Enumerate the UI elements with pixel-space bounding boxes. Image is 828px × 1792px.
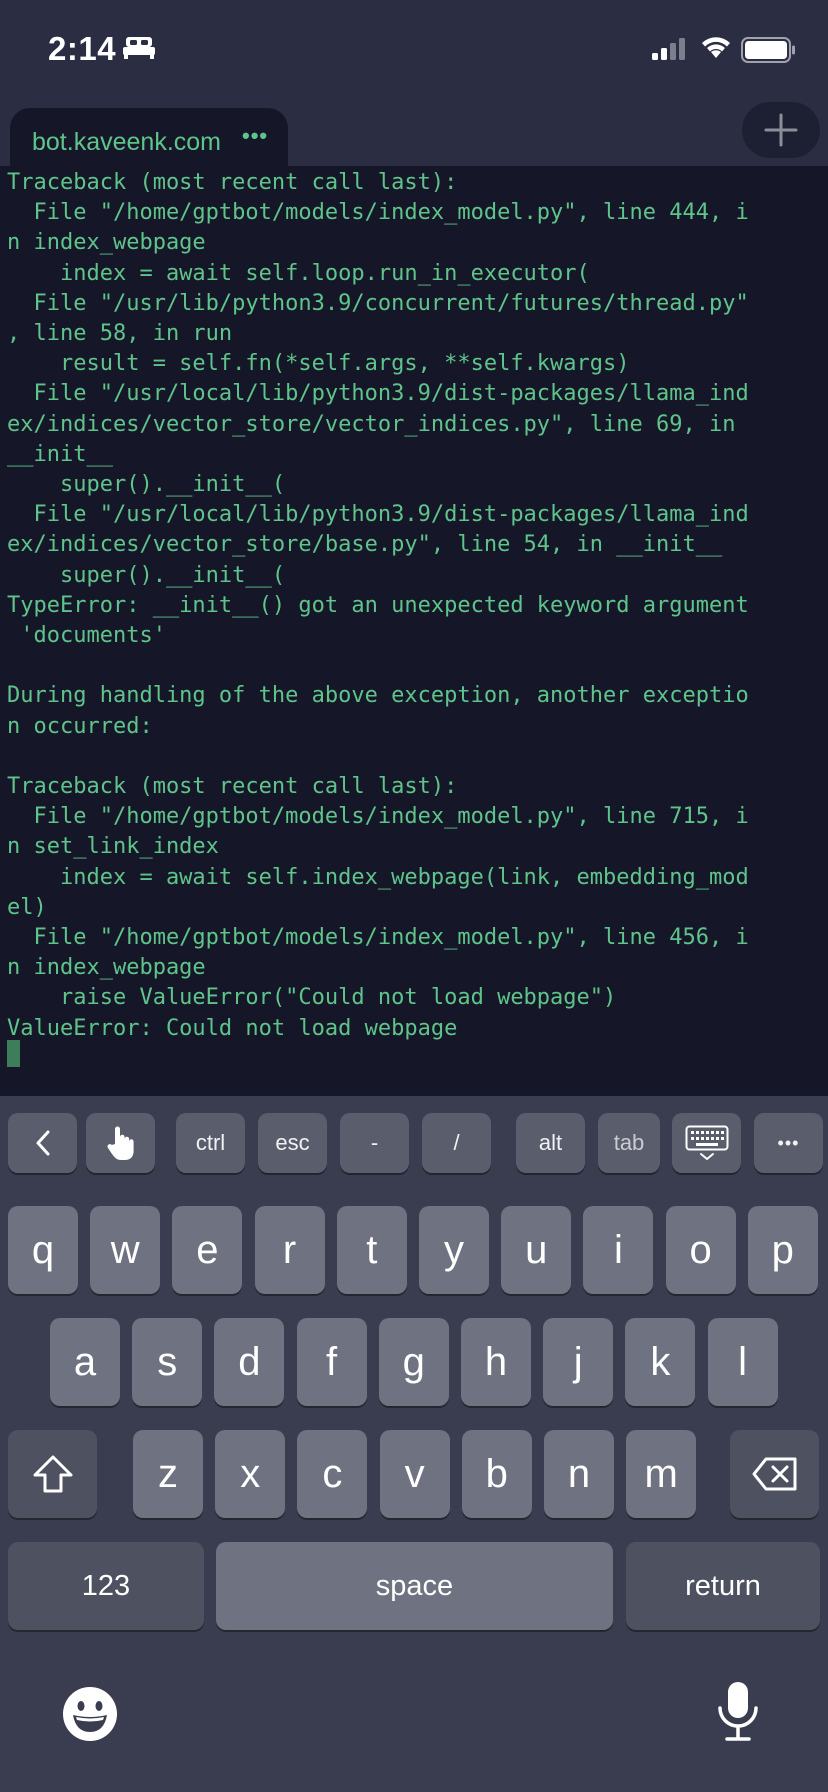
terminal-line: ex/indices/vector_store/base.py", line 5… xyxy=(7,532,723,558)
terminal-output[interactable]: Traceback (most recent call last): File … xyxy=(0,166,828,1096)
terminal-line: TypeError: __init__() got an unexpected … xyxy=(7,592,749,618)
delete-key[interactable] xyxy=(730,1430,819,1518)
status-bar: 2:14 xyxy=(0,0,828,102)
tab-title: bot.kaveenk.com xyxy=(32,128,221,156)
terminal-line: Traceback (most recent call last): xyxy=(7,170,458,195)
bed-icon xyxy=(122,36,156,65)
terminal-line: index = await self.index_webpage(link, e… xyxy=(7,864,749,890)
esc-key[interactable]: esc xyxy=(258,1113,327,1173)
space-key[interactable]: space xyxy=(216,1542,613,1630)
terminal-line: index = await self.loop.run_in_executor( xyxy=(7,260,590,286)
screen: 2:14 bot.kaveenk.com ••• Traceback (most… xyxy=(0,0,828,1792)
terminal-line: File "/home/gptbot/models/index_model.py… xyxy=(7,200,749,226)
tab-key[interactable]: tab xyxy=(598,1113,660,1173)
terminal-line: result = self.fn(*self.args, **self.kwar… xyxy=(7,351,630,377)
on-screen-keyboard: 123 space return qwertyuiop asdfghjkl zxcv… xyxy=(0,1190,828,1792)
chevron-left-icon xyxy=(36,1130,49,1156)
numbers-key[interactable]: 123 xyxy=(8,1542,204,1630)
status-time: 2:14 xyxy=(48,30,117,67)
terminal-line: n set_link_index xyxy=(7,834,219,860)
key-t[interactable]: t xyxy=(336,1206,407,1294)
wifi-icon xyxy=(700,33,732,64)
microphone-icon xyxy=(718,1682,758,1741)
new-tab-button[interactable] xyxy=(742,102,820,158)
key-g[interactable]: g xyxy=(378,1318,449,1406)
cellular-signal-icon xyxy=(652,38,688,65)
plus-icon xyxy=(764,113,798,147)
terminal-line: , line 58, in run xyxy=(7,321,233,347)
back-button[interactable] xyxy=(8,1113,77,1173)
terminal-line: ValueError: Could not load webpage xyxy=(7,1015,458,1041)
key-w[interactable]: w xyxy=(90,1206,161,1294)
terminal-line: raise ValueError("Could not load webpage… xyxy=(7,985,617,1011)
terminal-line: super().__init__( xyxy=(7,472,286,498)
terminal-line: File "/home/gptbot/models/index_model.py… xyxy=(7,804,749,830)
terminal-line: File "/usr/local/lib/python3.9/dist-pack… xyxy=(7,381,749,407)
shift-icon xyxy=(33,1455,72,1493)
backspace-icon xyxy=(752,1457,796,1491)
shift-key[interactable] xyxy=(8,1430,97,1518)
key-i[interactable]: i xyxy=(583,1206,654,1294)
terminal-line: 'documents' xyxy=(7,623,166,649)
key-u[interactable]: u xyxy=(501,1206,572,1294)
microphone-button[interactable] xyxy=(716,1680,760,1747)
key-x[interactable]: x xyxy=(215,1430,286,1518)
key-f[interactable]: f xyxy=(296,1318,367,1406)
keyboard-dismiss-icon xyxy=(685,1125,728,1161)
key-v[interactable]: v xyxy=(379,1430,450,1518)
battery-icon xyxy=(741,37,797,68)
touch-mode-button[interactable] xyxy=(86,1113,155,1173)
key-j[interactable]: j xyxy=(543,1318,614,1406)
key-d[interactable]: d xyxy=(214,1318,285,1406)
key-q[interactable]: q xyxy=(8,1206,78,1294)
keyboard-dismiss-button[interactable] xyxy=(672,1113,741,1173)
terminal-cursor xyxy=(7,1040,20,1067)
key-c[interactable]: c xyxy=(297,1430,368,1518)
key-z[interactable]: z xyxy=(133,1430,203,1518)
terminal-line: el) xyxy=(7,894,47,920)
tab-more-icon[interactable]: ••• xyxy=(242,123,268,149)
key-a[interactable]: a xyxy=(50,1318,120,1406)
terminal-line: ex/indices/vector_store/vector_indices.p… xyxy=(7,411,736,437)
ctrl-key[interactable]: ctrl xyxy=(176,1113,245,1173)
terminal-line: n index_webpage xyxy=(7,230,206,256)
terminal-line: File "/usr/local/lib/python3.9/dist-pack… xyxy=(7,502,749,528)
key-h[interactable]: h xyxy=(461,1318,531,1406)
terminal-line: File "/usr/lib/python3.9/concurrent/futu… xyxy=(7,290,749,316)
emoji-button[interactable] xyxy=(62,1686,118,1747)
key-p[interactable]: p xyxy=(747,1206,818,1294)
key-b[interactable]: b xyxy=(461,1430,532,1518)
terminal-text: Traceback (most recent call last): File … xyxy=(7,168,749,1044)
terminal-line: __init__ xyxy=(7,441,113,467)
browser-tab[interactable]: bot.kaveenk.com ••• xyxy=(10,108,288,166)
terminal-line: n occurred: xyxy=(7,713,153,739)
browser-tab-bar: bot.kaveenk.com ••• xyxy=(0,102,828,166)
keyboard-accessory-bar: ctrl esc - / alt tab ••• xyxy=(0,1096,828,1190)
alt-key[interactable]: alt xyxy=(516,1113,585,1173)
slash-key[interactable]: / xyxy=(422,1113,491,1173)
key-e[interactable]: e xyxy=(172,1206,243,1294)
dash-key[interactable]: - xyxy=(340,1113,409,1173)
key-r[interactable]: r xyxy=(254,1206,325,1294)
key-l[interactable]: l xyxy=(707,1318,778,1406)
key-o[interactable]: o xyxy=(665,1206,736,1294)
terminal-line: super().__init__( xyxy=(7,562,286,588)
hand-pointer-icon xyxy=(106,1126,134,1160)
key-n[interactable]: n xyxy=(544,1430,614,1518)
more-keys-button[interactable]: ••• xyxy=(754,1113,823,1173)
terminal-line: File "/home/gptbot/models/index_model.py… xyxy=(7,925,749,951)
terminal-line: Traceback (most recent call last): xyxy=(7,774,458,800)
return-key[interactable]: return xyxy=(626,1542,820,1630)
key-s[interactable]: s xyxy=(132,1318,203,1406)
key-y[interactable]: y xyxy=(419,1206,489,1294)
key-m[interactable]: m xyxy=(626,1430,697,1518)
terminal-line: n index_webpage xyxy=(7,955,206,981)
emoji-icon xyxy=(63,1687,117,1741)
terminal-line: During handling of the above exception, … xyxy=(7,683,749,709)
key-k[interactable]: k xyxy=(625,1318,696,1406)
